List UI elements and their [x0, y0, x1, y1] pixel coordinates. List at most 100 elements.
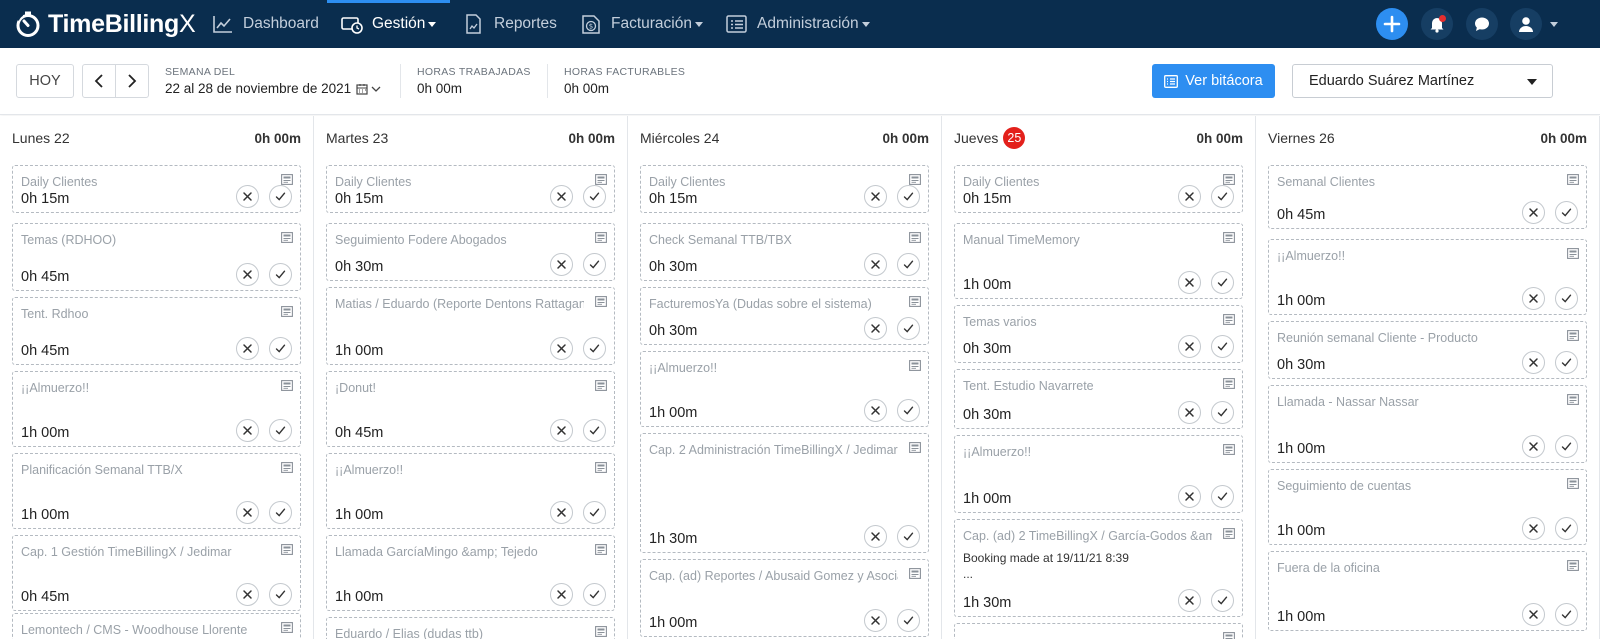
messages-button[interactable] [1466, 8, 1498, 40]
note-icon[interactable] [281, 232, 293, 243]
note-icon[interactable] [281, 306, 293, 317]
note-icon[interactable] [1223, 174, 1235, 185]
nav-reportes[interactable]: Reportes [463, 0, 557, 48]
reject-entry-button[interactable] [1178, 485, 1201, 508]
week-picker[interactable]: 22 al 28 de noviembre de 2021 [165, 81, 381, 96]
note-icon[interactable] [281, 380, 293, 391]
user-select[interactable]: Eduardo Suárez Martínez [1292, 64, 1553, 98]
note-icon[interactable] [281, 462, 293, 473]
note-icon[interactable] [1223, 528, 1235, 539]
confirm-entry-button[interactable] [897, 317, 920, 340]
confirm-entry-button[interactable] [269, 185, 292, 208]
confirm-entry-button[interactable] [583, 337, 606, 360]
note-icon[interactable] [909, 296, 921, 307]
time-entry-card[interactable]: Cap. (ad) Reportes / Abusaid Gomez y Aso… [640, 559, 929, 637]
confirm-entry-button[interactable] [897, 185, 920, 208]
confirm-entry-button[interactable] [1555, 435, 1578, 458]
nav-administracion[interactable]: Administración [726, 0, 870, 48]
time-entry-card[interactable]: Temas varios 0h 30m [954, 305, 1243, 363]
reject-entry-button[interactable] [1522, 351, 1545, 374]
confirm-entry-button[interactable] [269, 583, 292, 606]
reject-entry-button[interactable] [550, 419, 573, 442]
note-icon[interactable] [595, 626, 607, 637]
time-entry-card[interactable]: Eduardo / Elias (dudas ttb) [326, 617, 615, 639]
confirm-entry-button[interactable] [897, 525, 920, 548]
reject-entry-button[interactable] [864, 609, 887, 632]
nav-facturacion[interactable]: $ Facturación [580, 0, 703, 48]
reject-entry-button[interactable] [1178, 335, 1201, 358]
nav-dashboard[interactable]: Dashboard [212, 0, 319, 48]
note-icon[interactable] [1223, 632, 1235, 639]
time-entry-card[interactable]: Planificación Semanal TTB/X 1h 00m [12, 453, 301, 529]
add-button[interactable] [1376, 8, 1408, 40]
confirm-entry-button[interactable] [1211, 485, 1234, 508]
time-entry-card[interactable]: Tent. Rdhoo 0h 45m [12, 297, 301, 365]
reject-entry-button[interactable] [550, 337, 573, 360]
note-icon[interactable] [595, 296, 607, 307]
confirm-entry-button[interactable] [1555, 201, 1578, 224]
reject-entry-button[interactable] [1178, 271, 1201, 294]
note-icon[interactable] [595, 174, 607, 185]
note-icon[interactable] [1223, 232, 1235, 243]
reject-entry-button[interactable] [236, 583, 259, 606]
note-icon[interactable] [1223, 314, 1235, 325]
time-entry-card[interactable]: Manual TimeMemory 1h 00m [954, 223, 1243, 299]
confirm-entry-button[interactable] [269, 419, 292, 442]
reject-entry-button[interactable] [1178, 589, 1201, 612]
time-entry-card[interactable]: Daily Clientes 0h 15m [326, 165, 615, 213]
reject-entry-button[interactable] [236, 185, 259, 208]
reject-entry-button[interactable] [550, 185, 573, 208]
notifications-button[interactable] [1421, 8, 1453, 40]
reject-entry-button[interactable] [550, 253, 573, 276]
brand-logo[interactable]: TimeBillingX [14, 9, 196, 39]
reject-entry-button[interactable] [864, 525, 887, 548]
time-entry-card[interactable]: ¡¡Almuerzo!! 1h 00m [326, 453, 615, 529]
reject-entry-button[interactable] [1522, 603, 1545, 626]
reject-entry-button[interactable] [236, 263, 259, 286]
time-entry-card[interactable]: Matias / Eduardo (Reporte Dentons Rattag… [326, 287, 615, 365]
reject-entry-button[interactable] [1178, 185, 1201, 208]
time-entry-card[interactable]: Seguimiento Fodere Abogados 0h 30m [326, 223, 615, 281]
reject-entry-button[interactable] [1522, 435, 1545, 458]
confirm-entry-button[interactable] [269, 337, 292, 360]
reject-entry-button[interactable] [864, 185, 887, 208]
note-icon[interactable] [1223, 444, 1235, 455]
confirm-entry-button[interactable] [269, 263, 292, 286]
time-entry-card[interactable]: Temas (RDHOO) 0h 45m [12, 223, 301, 291]
user-menu-caret-icon[interactable] [1550, 22, 1558, 27]
time-entry-card[interactable]: Lemontech / CMS - Woodhouse Llorente [12, 613, 301, 639]
reject-entry-button[interactable] [236, 501, 259, 524]
note-icon[interactable] [1567, 394, 1579, 405]
note-icon[interactable] [281, 544, 293, 555]
note-icon[interactable] [1567, 248, 1579, 259]
time-entry-card[interactable]: Check Semanal TTB/TBX 0h 30m [640, 223, 929, 281]
note-icon[interactable] [281, 622, 293, 633]
confirm-entry-button[interactable] [583, 501, 606, 524]
time-entry-card[interactable]: Cap. 2 Administración TimeBillingX / Jed… [640, 433, 929, 553]
time-entry-card[interactable]: Llamada GarcíaMingo &amp; Tejedo 1h 00m [326, 535, 615, 611]
note-icon[interactable] [595, 380, 607, 391]
reject-entry-button[interactable] [1522, 517, 1545, 540]
time-entry-card[interactable]: Semanal Clientes 0h 45m [1268, 165, 1587, 229]
time-entry-card[interactable]: Llamada - Nassar Nassar 1h 00m [1268, 385, 1587, 463]
confirm-entry-button[interactable] [583, 419, 606, 442]
confirm-entry-button[interactable] [1555, 517, 1578, 540]
time-entry-card[interactable]: ¡¡Almuerzo!! 1h 00m [1268, 239, 1587, 315]
reject-entry-button[interactable] [236, 419, 259, 442]
note-icon[interactable] [595, 544, 607, 555]
note-icon[interactable] [1567, 478, 1579, 489]
confirm-entry-button[interactable] [1211, 185, 1234, 208]
time-entry-card[interactable]: Daily Clientes 0h 15m [12, 165, 301, 213]
note-icon[interactable] [595, 232, 607, 243]
confirm-entry-button[interactable] [1555, 603, 1578, 626]
reject-entry-button[interactable] [550, 501, 573, 524]
previous-week-button[interactable] [82, 64, 116, 98]
note-icon[interactable] [595, 462, 607, 473]
confirm-entry-button[interactable] [583, 583, 606, 606]
time-entry-card[interactable]: Seguimiento de cuentas 1h 00m [1268, 469, 1587, 545]
confirm-entry-button[interactable] [1555, 287, 1578, 310]
note-icon[interactable] [909, 360, 921, 371]
note-icon[interactable] [909, 174, 921, 185]
confirm-entry-button[interactable] [897, 253, 920, 276]
time-entry-card[interactable]: ¡Donut! 0h 45m [326, 371, 615, 447]
